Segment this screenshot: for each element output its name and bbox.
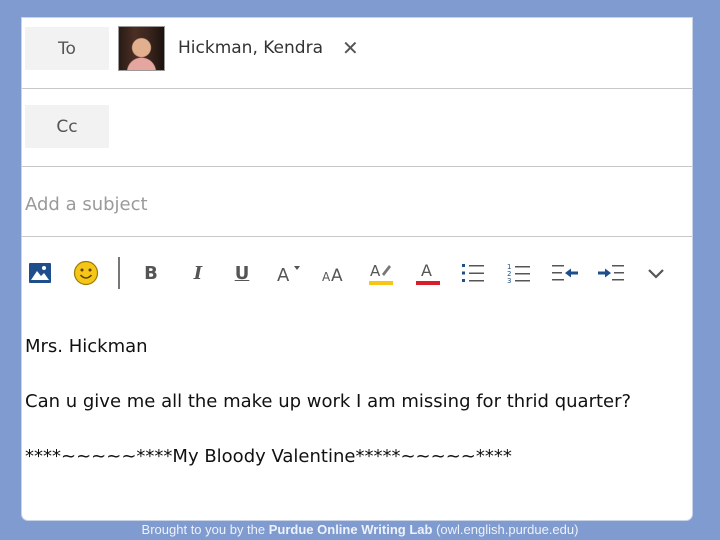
footer-credit: Brought to you by the Purdue Online Writ… — [0, 520, 720, 540]
bold-icon[interactable]: B — [138, 255, 164, 291]
message-body[interactable]: Mrs. Hickman Can u give me all the make … — [25, 338, 631, 466]
decrease-indent-icon[interactable] — [550, 255, 580, 291]
compose-window: To Hickman, Kendra ✕ Cc B I U — [22, 18, 692, 520]
recipient-avatar — [118, 26, 165, 71]
svg-text:A: A — [370, 262, 381, 280]
svg-text:3: 3 — [507, 277, 511, 284]
to-row: To Hickman, Kendra ✕ — [22, 18, 692, 89]
cc-label[interactable]: Cc — [25, 105, 109, 148]
svg-text:A: A — [331, 266, 343, 284]
recipient-name[interactable]: Hickman, Kendra — [178, 38, 323, 58]
font-color-icon[interactable]: A — [414, 255, 442, 291]
svg-text:A: A — [322, 270, 331, 284]
svg-text:A: A — [277, 265, 290, 284]
subject-row — [22, 166, 692, 237]
message-line: Can u give me all the make up work I am … — [25, 391, 632, 412]
footer-suffix: (owl.english.purdue.edu) — [432, 522, 579, 537]
subject-input[interactable] — [25, 190, 665, 218]
numbering-icon[interactable]: 1 2 3 — [506, 255, 532, 291]
formatting-toolbar: B I U A A A A A 1 2 3 — [22, 255, 692, 291]
footer-brand: Purdue Online Writing Lab — [268, 522, 433, 537]
bullets-icon[interactable] — [460, 255, 486, 291]
highlight-icon[interactable]: A — [366, 255, 396, 291]
increase-indent-icon[interactable] — [596, 255, 626, 291]
chevron-down-icon[interactable] — [644, 255, 668, 291]
underline-icon[interactable]: U — [230, 255, 254, 291]
italic-icon[interactable]: I — [186, 255, 210, 291]
picture-icon[interactable] — [26, 255, 54, 291]
cc-row: Cc — [22, 88, 692, 167]
font-style-icon[interactable]: A A — [320, 255, 348, 291]
toolbar-separator — [118, 257, 120, 289]
signature-line: ****~~~~~****My Bloody Valentine*****~~~… — [25, 446, 512, 467]
svg-text:A: A — [421, 261, 432, 280]
font-size-icon[interactable]: A — [274, 255, 304, 291]
greeting-line: Mrs. Hickman — [25, 336, 148, 357]
remove-recipient-icon[interactable]: ✕ — [342, 38, 359, 58]
footer-prefix: Brought to you by the — [141, 522, 269, 537]
emoji-icon[interactable] — [70, 255, 102, 291]
to-label[interactable]: To — [25, 27, 109, 70]
